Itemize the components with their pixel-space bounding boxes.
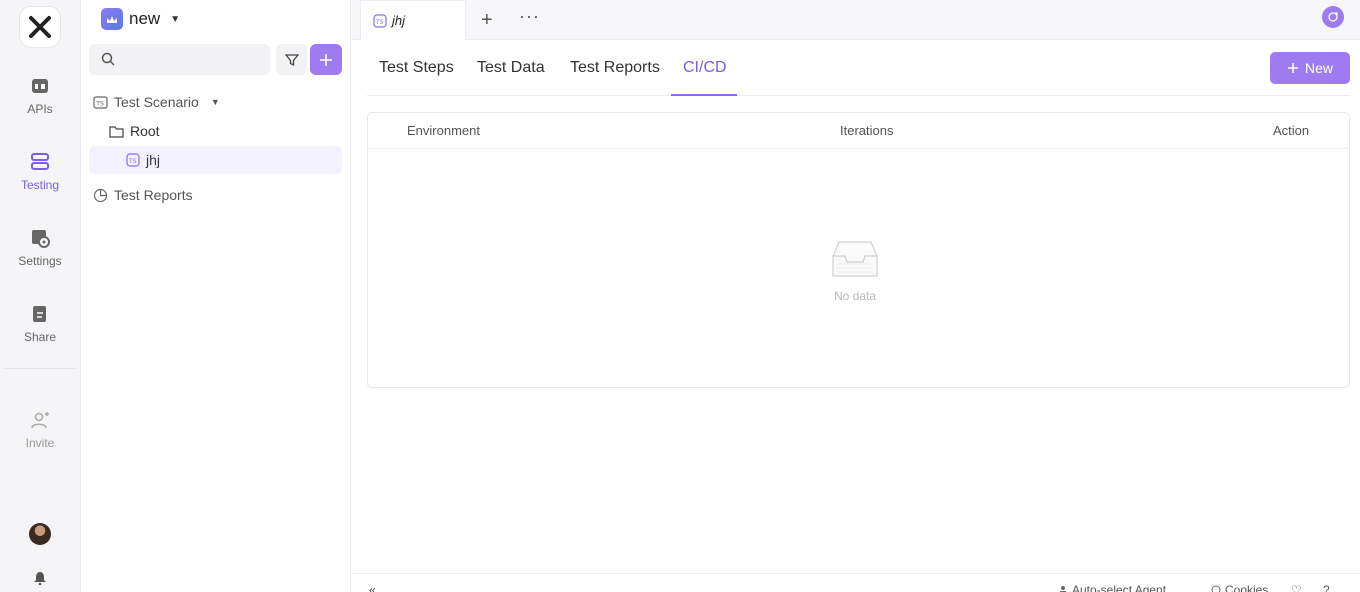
active-tab-indicator [671,94,737,96]
search-icon [101,52,115,66]
tab-ci-cd[interactable]: CI/CD [683,59,727,77]
rail-label-invite: Invite [25,436,55,450]
filter-icon [284,53,299,66]
project-selector[interactable]: new ▼ [101,8,180,30]
tree-item-root[interactable]: Root [109,123,160,139]
new-tab-button[interactable]: + [481,9,493,32]
rail-item-share[interactable]: Share [0,304,80,344]
rail-item-invite[interactable]: Invite [0,410,80,450]
new-button[interactable]: New [1270,52,1350,84]
rail-label-share: Share [23,330,57,344]
tree-label-root: Root [130,123,160,139]
new-button-label: New [1304,60,1333,76]
rail-label-apis: APIs [27,102,53,116]
more-options-button[interactable]: ··· [519,6,540,27]
plus-icon [320,53,332,66]
tree-label-test-reports: Test Reports [114,187,193,203]
sidebar: new ▼ TS Test Scenario ▼ Root TS jhj Tes… [81,0,351,592]
rail-item-testing[interactable]: Testing [0,152,80,192]
collapse-icon[interactable]: « [369,583,376,592]
tab-label: jhj [392,13,406,28]
project-name: new [129,9,161,28]
column-iterations: Iterations [840,123,894,138]
agent-selector[interactable]: Auto-select Agent [1058,583,1166,592]
tree-label-jhj: jhj [146,152,161,168]
cookies-button[interactable]: Cookies [1211,583,1268,592]
column-environment: Environment [407,123,480,138]
rail-divider [4,368,76,369]
caret-down-icon[interactable]: ▼ [211,97,220,107]
ci-cd-table: Environment Iterations Action No data [367,112,1350,388]
tree-item-test-reports[interactable]: Test Reports [93,187,193,203]
test-case-icon: TS [373,13,387,28]
agent-icon [1060,586,1066,592]
test-case-icon: TS [126,153,140,167]
tree-label-test-scenario: Test Scenario [114,94,199,110]
pie-chart-icon [93,188,108,202]
folder-icon [109,125,124,138]
tab-test-data[interactable]: Test Data [477,59,545,77]
rail-item-settings[interactable]: Settings [0,228,80,268]
empty-state: No data [828,238,882,303]
nav-rail: APIs Testing Settings Share Invite [0,0,81,592]
api-icon [32,79,48,93]
settings-icon [32,230,50,248]
avatar[interactable] [29,523,51,545]
svg-text:TS: TS [376,18,384,25]
tree-item-jhj[interactable]: TS jhj [89,146,342,174]
empty-box-icon [832,241,878,277]
svg-text:TS: TS [128,158,137,165]
plus-icon [1287,63,1298,73]
tab-test-steps[interactable]: Test Steps [379,59,454,77]
tree-item-test-scenario[interactable]: TS Test Scenario ▼ [93,94,220,110]
help-icon[interactable]: ? [1323,583,1330,592]
rail-label-settings: Settings [18,254,62,268]
app-logo-icon[interactable] [19,6,61,48]
column-action: Action [1273,123,1310,138]
heart-icon[interactable]: ♡ [1291,583,1302,592]
search-input[interactable] [89,44,270,75]
tab-jhj[interactable]: TS jhj [360,0,466,40]
cookie-icon [1211,585,1221,592]
cookies-label: Cookies [1225,583,1269,592]
table-header: Environment Iterations Action [368,113,1349,149]
add-user-icon [31,412,49,429]
add-button[interactable] [310,44,342,75]
agent-label: Auto-select Agent [1072,583,1167,592]
rail-item-apis[interactable]: APIs [0,76,80,116]
tab-test-reports[interactable]: Test Reports [570,59,660,77]
testing-icon [31,153,49,170]
sub-tabs: Test Steps Test Data Test Reports CI/CD … [367,40,1350,96]
empty-text: No data [833,289,877,303]
document-tabbar: TS jhj + ··· [351,0,1360,40]
project-icon [101,8,123,30]
status-bar: « Auto-select Agent Cookies ♡ ? [351,573,1360,592]
caret-down-icon: ▼ [170,13,181,25]
scenario-icon: TS [93,95,108,109]
filter-button[interactable] [276,44,307,75]
rail-label-testing: Testing [20,178,60,192]
share-icon [33,306,46,322]
bell-icon[interactable] [33,571,47,585]
sync-icon[interactable] [1322,6,1344,28]
svg-text:TS: TS [95,100,104,107]
